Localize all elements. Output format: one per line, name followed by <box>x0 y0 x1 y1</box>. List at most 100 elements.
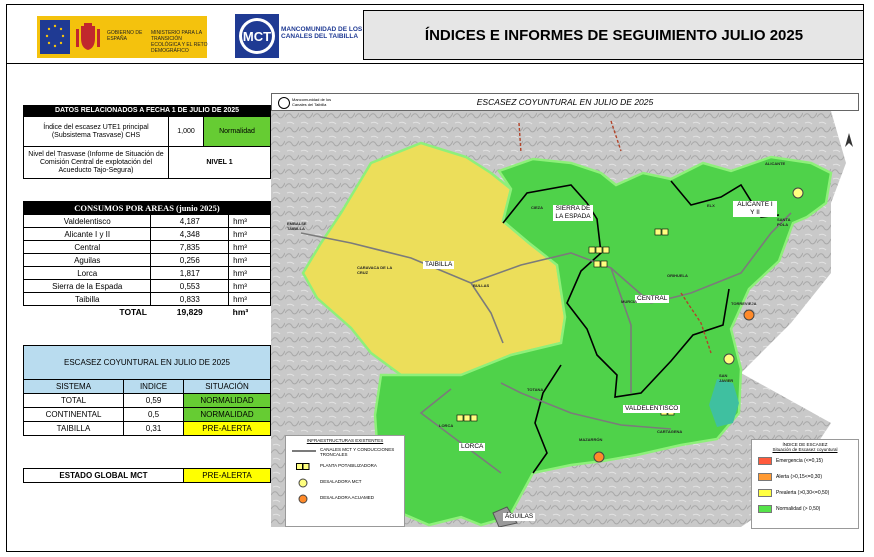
mct-logo-text: MANCOMUNIDAD DE LOS CANALES DEL TAIBILLA <box>281 26 363 40</box>
consumo-unit: hm³ <box>228 214 271 228</box>
report-page: GOBIERNO DE ESPAÑA MINISTERIO PARA LA TR… <box>6 4 864 552</box>
place-lorca: LORCA <box>439 423 454 428</box>
total-row: TOTAL 19,829 hm³ <box>24 306 271 319</box>
table-row: Taibilla 0,833 hm³ <box>22 292 271 306</box>
legend-row: PLANTA POTABILIZADORA <box>286 459 404 475</box>
indice-cell: 0,5 <box>123 407 184 422</box>
map-title-bar: Mancomunidad de los Canales del Taibilla… <box>271 93 859 111</box>
consumo-value: 7,835 <box>150 240 230 254</box>
place-caravaca: CARAVACA DE LA CRUZ <box>357 265 393 275</box>
legend-label: Emergencia (<=0,15) <box>776 458 823 464</box>
place-embalse: EMBALSE TAIBILLA <box>287 221 307 231</box>
place-orihuela: ORIHUELA <box>667 273 688 278</box>
consumo-area: Lorca <box>22 266 152 280</box>
consumo-total-label: TOTAL <box>119 307 147 318</box>
place-cartagena: CARTAGENA <box>657 429 683 434</box>
legend-row: Alerta (>0,15<=0,30) <box>752 470 858 484</box>
zone-label-aguilas: ÁGUILAS <box>503 513 536 521</box>
consumos-table: CONSUMOS POR AREAS (junio 2025) Valdelen… <box>22 201 271 319</box>
consumo-unit: hm³ <box>228 240 271 254</box>
consumo-area: Central <box>22 240 152 254</box>
header-divider <box>7 63 863 64</box>
legend-swatch <box>758 489 772 497</box>
page-title-box: ÍNDICES E INFORMES DE SEGUIMIENTO JULIO … <box>363 10 863 60</box>
desaladora-acuamed-icon <box>298 494 308 504</box>
legend-row: DESALADORA MCT <box>286 475 404 491</box>
escasez-table: ESCASEZ COYUNTURAL EN JULIO DE 2025 SIST… <box>23 345 271 436</box>
situacion-cell: NORMALIDAD <box>183 393 271 408</box>
consumo-value: 0,256 <box>150 253 230 267</box>
legend-label: DESALADORA ACUAMED <box>320 495 375 500</box>
desaladora-acuamed-icon <box>593 451 605 463</box>
zone-label-lorca: LORCA <box>459 443 486 451</box>
consumo-unit: hm³ <box>228 266 271 280</box>
zone-label-valdelentisco: VALDELENTISCO <box>623 405 681 413</box>
legend-row: Prealerta (>0,30<=0,50) <box>752 486 858 500</box>
legend-label: PLANTA POTABILIZADORA <box>320 463 377 468</box>
place-bullas: BULLAS <box>473 283 490 288</box>
desaladora-mct-icon <box>792 187 804 199</box>
place-elx: ELX <box>707 203 715 208</box>
consumo-value: 0,833 <box>150 292 230 306</box>
consumo-value: 1,817 <box>150 266 230 280</box>
table-row: CONTINENTAL 0,5 NORMALIDAD <box>23 407 271 422</box>
legend-infraestructuras: INFRAESTRUCTURAS EXISTENTES CANALES MCT … <box>285 435 405 527</box>
estado-global-value: PRE-ALERTA <box>183 468 271 483</box>
gobierno-logo: GOBIERNO DE ESPAÑA MINISTERIO PARA LA TR… <box>37 16 208 58</box>
legend-row: DESALADORA ACUAMED <box>286 491 404 507</box>
place-alicante: ALICANTE <box>765 161 786 166</box>
situacion-cell: NORMALIDAD <box>183 407 271 422</box>
mct-logo: MCT MANCOMUNIDAD DE LOS CANALES DEL TAIB… <box>235 14 367 60</box>
col-indice: INDICE <box>123 379 184 394</box>
indice-cell: 0,59 <box>123 393 184 408</box>
datos-table: DATOS RELACIONADOS A FECHA 1 DE JULIO DE… <box>23 105 271 179</box>
sistema-cell: CONTINENTAL <box>23 407 124 422</box>
table-row: TOTAL 0,59 NORMALIDAD <box>23 393 271 408</box>
table-row: Valdelentisco 4,187 hm³ <box>22 214 271 228</box>
ministerio-text: MINISTERIO PARA LA TRANSICIÓN ECOLÓGICA … <box>151 30 208 54</box>
consumo-area: Alicante I y II <box>22 227 152 241</box>
legend-row: CANALES MCT Y CONDUCCIONES TRONCALES <box>286 443 404 459</box>
consumo-total-unit: hm³ <box>232 307 249 318</box>
table-row: Aguilas 0,256 hm³ <box>22 253 271 267</box>
zone-label-taibilla: TAIBILLA <box>423 261 455 269</box>
legend-row: Emergencia (<=0,15) <box>752 454 858 468</box>
estado-global-table: ESTADO GLOBAL MCT PRE-ALERTA <box>23 468 271 483</box>
gobierno-text: GOBIERNO DE ESPAÑA <box>107 30 143 42</box>
table-row: Sierra de la Espada 0,553 hm³ <box>22 279 271 293</box>
indice-cell: 0,31 <box>123 421 184 436</box>
place-mazarron: MAZARRÓN <box>579 437 603 442</box>
col-sistema: SISTEMA <box>23 379 124 394</box>
legend-label: CANALES MCT Y CONDUCCIONES TRONCALES <box>320 447 395 457</box>
table-row: Alicante I y II 4,348 hm³ <box>22 227 271 241</box>
datos-row2-label: Nivel del Trasvase (Informe de Situación… <box>23 146 169 179</box>
zone-label-sierra: SIERRA DE LA ESPADA <box>553 205 593 221</box>
zone-label-alicante: ALICANTE I Y II <box>733 201 777 217</box>
potabilizadora-icon <box>296 463 310 470</box>
sistema-cell: TOTAL <box>23 393 124 408</box>
legend-swatch <box>758 505 772 513</box>
table-row: TAIBILLA 0,31 PRE-ALERTA <box>23 421 271 436</box>
page-title: ÍNDICES E INFORMES DE SEGUIMIENTO JULIO … <box>424 26 804 44</box>
legend-swatch <box>758 473 772 481</box>
consumos-title: CONSUMOS POR AREAS (junio 2025) <box>23 201 271 215</box>
table-row: Central 7,835 hm³ <box>22 240 271 254</box>
consumo-unit: hm³ <box>228 253 271 267</box>
desaladora-acuamed-icon <box>743 309 755 321</box>
estado-global-label: ESTADO GLOBAL MCT <box>23 468 184 483</box>
legend-idx-subtitle: Situación de Escasez coyuntural <box>772 447 838 452</box>
mct-letters: MCT <box>243 29 271 44</box>
datos-row1-status: Normalidad <box>203 116 271 147</box>
place-cieza: CIEZA <box>531 205 543 210</box>
consumo-value: 0,553 <box>150 279 230 293</box>
mct-emblem-icon: MCT <box>235 14 279 58</box>
canal-line-icon <box>292 450 316 452</box>
legend-row: Normalidad (> 0,50) <box>752 502 858 516</box>
datos-row2-value: NIVEL 1 <box>168 146 271 179</box>
datos-row1-value: 1,000 <box>168 116 204 147</box>
place-torrevieja: TORREVIEJA <box>731 301 757 306</box>
eu-flag-icon <box>40 20 70 54</box>
legend-label: Prealerta (>0,30<=0,50) <box>776 490 830 496</box>
zone-label-central: CENTRAL <box>635 295 670 303</box>
situacion-cell: PRE-ALERTA <box>183 421 271 436</box>
